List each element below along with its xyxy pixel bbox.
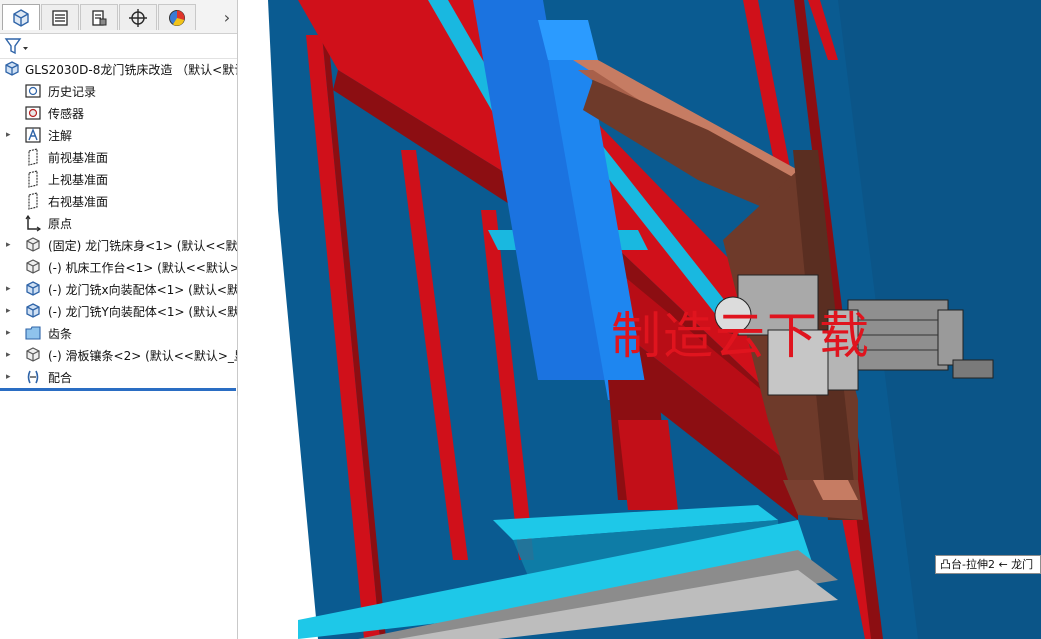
origin-icon xyxy=(25,214,42,232)
part-icon xyxy=(26,259,40,274)
tab-propertymanager[interactable] xyxy=(41,4,79,30)
part-icon xyxy=(26,237,40,252)
mates-icon xyxy=(27,370,39,384)
tree-item-label: 传感器 xyxy=(48,107,85,121)
tree-item[interactable]: ▸ (-) 龙门铣x向装配体<1> (默认<默认 xyxy=(0,278,237,300)
tree-item[interactable]: ▸ (-) 滑板镶条<2> (默认<<默认>_显 xyxy=(0,344,237,366)
tree-item-label: 注解 xyxy=(48,129,73,143)
expand-arrow-icon[interactable]: ▸ xyxy=(6,284,14,294)
tab-dimxpertmanager[interactable] xyxy=(119,4,157,30)
property-list-icon xyxy=(52,9,68,26)
tab-displaymanager[interactable] xyxy=(158,4,196,30)
folder-icon xyxy=(25,326,41,340)
assembly-icon xyxy=(5,61,19,76)
expand-arrow-icon[interactable]: ▸ xyxy=(6,130,14,140)
part-icon xyxy=(26,347,40,362)
tree-item[interactable]: ▸ 注解 xyxy=(0,124,237,146)
tree-rollback-bar[interactable] xyxy=(0,388,236,391)
motor-connector xyxy=(952,359,994,379)
tree-item-label: 齿条 xyxy=(48,327,73,341)
watermark-text: 制造云下载 xyxy=(611,307,871,365)
tree-item[interactable]: 右视基准面 xyxy=(0,190,237,212)
tree-item[interactable]: ▸ 配合 xyxy=(0,366,237,388)
feature-tree: GLS2030D-8龙门铣床改造 （默认<默认 历史记录传感器 ▸ 注解前视基准面上… xyxy=(0,58,237,388)
tree-item-label: (-) 机床工作台<1> (默认<<默认>_ xyxy=(48,261,237,275)
subassembly-icon xyxy=(26,303,40,318)
graphics-area[interactable]: 制造云下载 xyxy=(238,0,1041,639)
tree-item[interactable]: ▸ (-) 龙门铣Y向装配体<1> (默认<默认 xyxy=(0,300,237,322)
tree-item-label: 上视基准面 xyxy=(48,173,109,187)
crosshair-icon xyxy=(129,8,147,27)
carriage-red-bottom xyxy=(618,420,678,510)
plane-icon xyxy=(28,192,38,210)
tree-item[interactable]: 历史记录 xyxy=(0,80,237,102)
expand-arrow-icon[interactable]: ▸ xyxy=(6,328,14,338)
tree-root-label: GLS2030D-8龙门铣床改造 （默认<默认 xyxy=(25,63,237,77)
tree-item[interactable]: (-) 机床工作台<1> (默认<<默认>_ xyxy=(0,256,237,278)
chevron-right-icon[interactable]: › xyxy=(220,8,234,27)
tree-item-label: 右视基准面 xyxy=(48,195,109,209)
sensor-icon xyxy=(25,106,41,120)
tree-item[interactable]: ▸ (固定) 龙门铣床身<1> (默认<<默认 xyxy=(0,234,237,256)
expand-arrow-icon[interactable]: ▸ xyxy=(6,372,14,382)
manager-tab-bar: › xyxy=(0,0,237,34)
assembly-tree-icon xyxy=(13,8,29,27)
tree-item-label: 配合 xyxy=(48,371,73,385)
expand-arrow-icon[interactable]: ▸ xyxy=(6,350,14,360)
tree-item[interactable]: 传感器 xyxy=(0,102,237,124)
expand-arrow-icon[interactable]: ▸ xyxy=(6,240,14,250)
configuration-icon xyxy=(92,9,107,26)
tree-item-label: (-) 龙门铣x向装配体<1> (默认<默认 xyxy=(48,283,237,297)
tree-item[interactable]: 前视基准面 xyxy=(0,146,237,168)
motor-endcap xyxy=(937,309,964,366)
tree-item[interactable]: 原点 xyxy=(0,212,237,234)
feature-manager-panel: › GLS2030D-8龙门铣床改造 （默认<默认 历史记录传感器 ▸ 注解前视基准… xyxy=(0,0,238,639)
tree-item-label: 历史记录 xyxy=(48,85,97,99)
carriage-blue-top xyxy=(538,20,598,60)
tree-item-label: (-) 龙门铣Y向装配体<1> (默认<默认 xyxy=(48,305,237,319)
tree-item-label: (-) 滑板镶条<2> (默认<<默认>_显 xyxy=(48,349,237,363)
tree-item-label: 原点 xyxy=(48,217,73,231)
tree-root-assembly[interactable]: GLS2030D-8龙门铣床改造 （默认<默认 xyxy=(0,58,237,80)
tree-item-label: (固定) 龙门铣床身<1> (默认<<默认 xyxy=(48,239,237,253)
history-icon xyxy=(25,84,41,98)
plane-icon xyxy=(28,170,38,188)
filter-bar xyxy=(0,34,237,59)
tree-item[interactable]: 上视基准面 xyxy=(0,168,237,190)
tree-item-label: 前视基准面 xyxy=(48,151,109,165)
tab-featuremanager[interactable] xyxy=(2,4,40,30)
tree-item[interactable]: ▸ 齿条 xyxy=(0,322,237,344)
filter-icon xyxy=(4,38,28,55)
tab-configurationmanager[interactable] xyxy=(80,4,118,30)
appearance-pie-icon xyxy=(169,9,185,26)
selection-tooltip: 凸台-拉伸2 ← 龙门 xyxy=(935,555,1041,574)
subassembly-icon xyxy=(26,281,40,296)
filter-button[interactable] xyxy=(4,37,30,55)
plane-icon xyxy=(28,148,38,166)
annotation-icon xyxy=(25,127,41,143)
expand-arrow-icon[interactable]: ▸ xyxy=(6,306,14,316)
